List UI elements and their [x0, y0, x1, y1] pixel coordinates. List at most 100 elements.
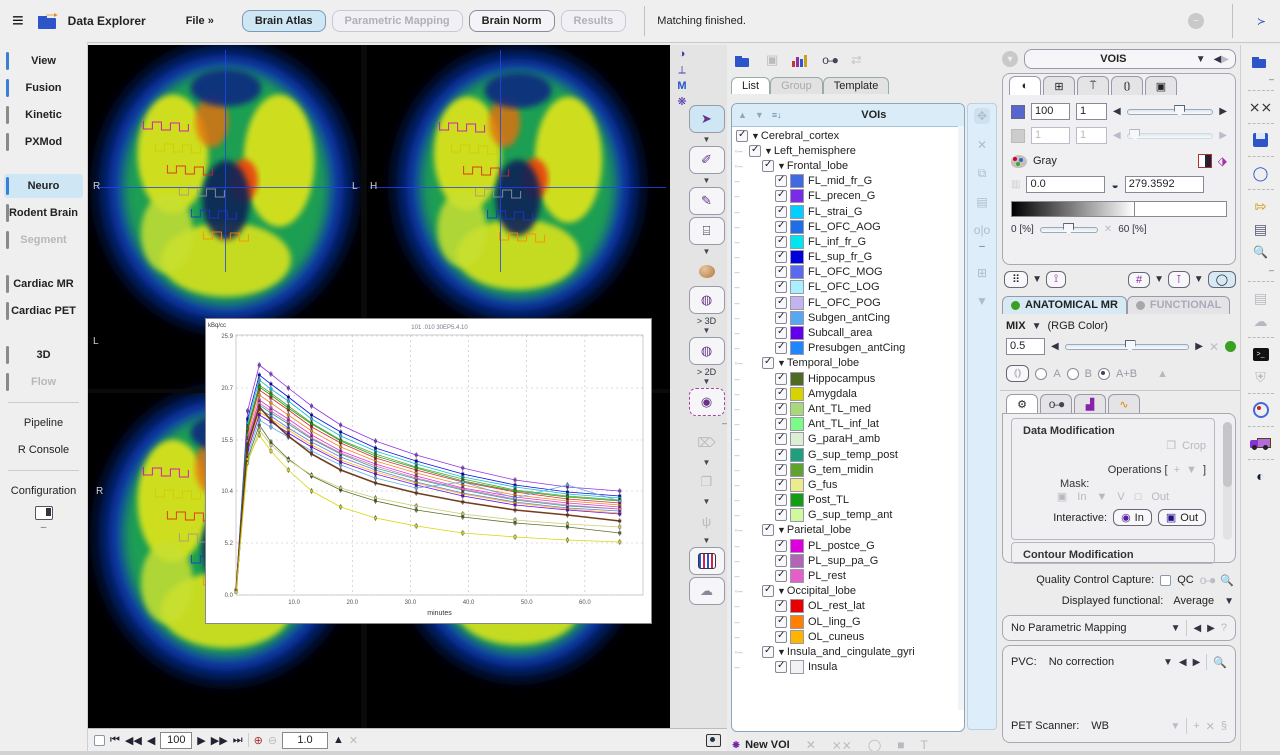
voi-color-chip[interactable] [790, 493, 804, 507]
voi-checkbox[interactable] [762, 646, 774, 658]
frame-number-input[interactable]: 100 [160, 732, 192, 749]
voi-outline-icon[interactable]: ◯ [1250, 163, 1272, 183]
voi-item-fl_strai_g[interactable]: –FL_strai_G [732, 204, 964, 219]
marker-mini-icon[interactable]: M [674, 80, 690, 93]
sort-list-icon[interactable]: ≡↓ [772, 110, 782, 120]
open-voi-icon[interactable] [735, 54, 752, 67]
new-voi-button[interactable]: ⁕New VOI [731, 738, 790, 752]
voi-list-scrollbar[interactable] [958, 126, 965, 710]
invert-lut-icon[interactable] [1198, 154, 1212, 168]
tripod-mini-icon[interactable]: ⟂ [674, 64, 690, 77]
voi-item-ol_ling_g[interactable]: –OL_ling_G [732, 614, 964, 629]
voi-checkbox[interactable] [775, 342, 787, 354]
voi-checkbox[interactable] [775, 570, 787, 582]
voi-item-hippocampus[interactable]: –Hippocampus [732, 371, 964, 386]
voi-outline-button[interactable]: ◯ [1208, 271, 1236, 288]
voi-checkbox[interactable] [762, 357, 774, 369]
expand-twist-icon[interactable]: ▼ [777, 586, 786, 596]
pvc-next[interactable]: ▶ [1193, 657, 1201, 668]
colormap-icon[interactable] [1011, 155, 1027, 168]
collapse-selector-icon[interactable]: ▾ [1002, 51, 1018, 67]
sidebar-item-rodent-brain[interactable]: Rodent Brain [4, 201, 83, 225]
voi-checkbox[interactable] [775, 418, 787, 430]
tab-gear-icon[interactable]: ⚙ [1006, 394, 1038, 413]
antenna-dropdown[interactable]: ▼ [686, 536, 727, 545]
region-grow-tool-button[interactable]: ◉ [689, 388, 725, 416]
voi-color-chip[interactable] [790, 387, 804, 401]
voi-checkbox[interactable] [775, 251, 787, 263]
voi-color-chip[interactable] [790, 174, 804, 188]
first-frame-button[interactable]: ⏮ [110, 734, 120, 747]
colormap-name[interactable]: Gray [1033, 155, 1057, 167]
voi-color-chip[interactable] [790, 630, 804, 644]
voi-item-g_tem_midin[interactable]: –G_tem_midin [732, 462, 964, 477]
iso-2d-dropdown[interactable]: ▼ [686, 377, 727, 386]
tab-anatomical-mr[interactable]: ANATOMICAL MR [1002, 296, 1127, 314]
select-frame-checkbox[interactable] [94, 735, 105, 746]
sidebar-item-cardiac-mr[interactable]: Cardiac MR [4, 272, 83, 296]
voi-color-chip[interactable] [790, 265, 804, 279]
voi-checkbox[interactable] [736, 130, 748, 142]
data-mod-scrollbar[interactable] [1223, 422, 1232, 540]
sort-down-icon[interactable]: ▼ [755, 110, 764, 120]
tab-save-display-icon[interactable]: ▣ [1145, 76, 1177, 95]
voi-checkbox[interactable] [775, 388, 787, 400]
voi-item-g_sup_temp_post[interactable]: –G_sup_temp_post [732, 447, 964, 462]
layout-grid-button[interactable]: ⠿ [1004, 271, 1028, 288]
mix-right-arrow[interactable]: ▶ [1195, 341, 1203, 352]
radio-channel-ab[interactable] [1098, 368, 1110, 380]
voi-color-chip[interactable] [790, 432, 804, 446]
voi-checkbox[interactable] [775, 175, 787, 187]
voi-item-g_parah_amb[interactable]: –G_paraH_amb [732, 432, 964, 447]
slice-number-input[interactable]: 100 [1031, 103, 1070, 120]
box-eraser-dropdown[interactable]: ▼ [686, 497, 727, 506]
vois-prev-icon[interactable]: ◀ [1214, 54, 1222, 65]
sort-up-icon[interactable]: ▲ [738, 110, 747, 120]
zoom-up-arrow[interactable]: ▲ [333, 734, 344, 746]
voi-checkbox[interactable] [775, 433, 787, 445]
expand-twist-icon[interactable]: ▼ [777, 525, 786, 535]
voi-checkbox[interactable] [762, 524, 774, 536]
voi-item-fl_ofc_aog[interactable]: –FL_OFC_AOG [732, 219, 964, 234]
voi-color-chip[interactable] [790, 250, 804, 264]
mix-label[interactable]: MIX [1006, 320, 1026, 332]
configuration-icon[interactable] [35, 506, 53, 520]
voi-color-chip[interactable] [790, 569, 804, 583]
voi-group-left_hemisphere[interactable]: ◦–▼Left_hemisphere [732, 143, 964, 158]
voi-color-chip[interactable] [790, 205, 804, 219]
grayscale-gradient-bar[interactable] [1011, 201, 1227, 217]
voi-item-ol_cuneus[interactable]: –OL_cuneus [732, 629, 964, 644]
sidebar-item-fusion[interactable]: Fusion [4, 76, 83, 100]
voi-color-chip[interactable] [790, 448, 804, 462]
zoom-in-icon[interactable]: ⊕ [254, 734, 263, 747]
voi-color-chip[interactable] [790, 615, 804, 629]
voi-color-chip[interactable] [790, 341, 804, 355]
auto-contrast-icon[interactable]: ◒ [1111, 178, 1118, 192]
radio-channel-a[interactable] [1035, 368, 1047, 380]
fast-forward-button[interactable]: ▶▶ [211, 734, 228, 747]
displayed-functional-dropdown[interactable]: ▼ [1224, 596, 1234, 607]
slice-left-arrow[interactable]: ◀ [1113, 106, 1121, 117]
export-icon[interactable]: ⇰ [1250, 196, 1272, 216]
grid-overlay-dropdown[interactable]: ▼ [1154, 274, 1164, 285]
threshold-high-input[interactable]: 279.3592 [1125, 176, 1204, 193]
batch-transport-icon[interactable] [1250, 437, 1272, 450]
last-frame-button[interactable]: ⏭ [233, 734, 243, 747]
interactive-out-button[interactable]: ▣Out [1158, 509, 1206, 526]
voi-checkbox[interactable] [775, 281, 787, 293]
contrast-icon[interactable]: ◐ [1250, 466, 1272, 486]
sidebar-item-pipeline[interactable]: Pipeline [4, 411, 83, 435]
voi-color-chip[interactable] [790, 660, 804, 674]
voi-group-insula_and_cingulate_gyri[interactable]: ◦–▼Insula_and_cingulate_gyri [732, 644, 964, 659]
displayed-functional-value[interactable]: Average [1173, 595, 1214, 607]
next-frame-button[interactable]: ▶ [197, 734, 205, 747]
voi-item-fl_ofc_log[interactable]: –FL_OFC_LOG [732, 280, 964, 295]
voi-checkbox[interactable] [775, 479, 787, 491]
voi-checkbox[interactable] [775, 631, 787, 643]
pen-tool-button[interactable]: ✎ [689, 187, 725, 215]
parametric-dropdown[interactable]: ▼ [1171, 623, 1181, 634]
iso-3d-tool-button[interactable]: ◍ [689, 286, 725, 314]
tab-layout-icon[interactable]: ⊞ [1043, 76, 1075, 95]
expand-twist-icon[interactable]: ▼ [777, 358, 786, 368]
pvc-value[interactable]: No correction [1049, 656, 1157, 668]
